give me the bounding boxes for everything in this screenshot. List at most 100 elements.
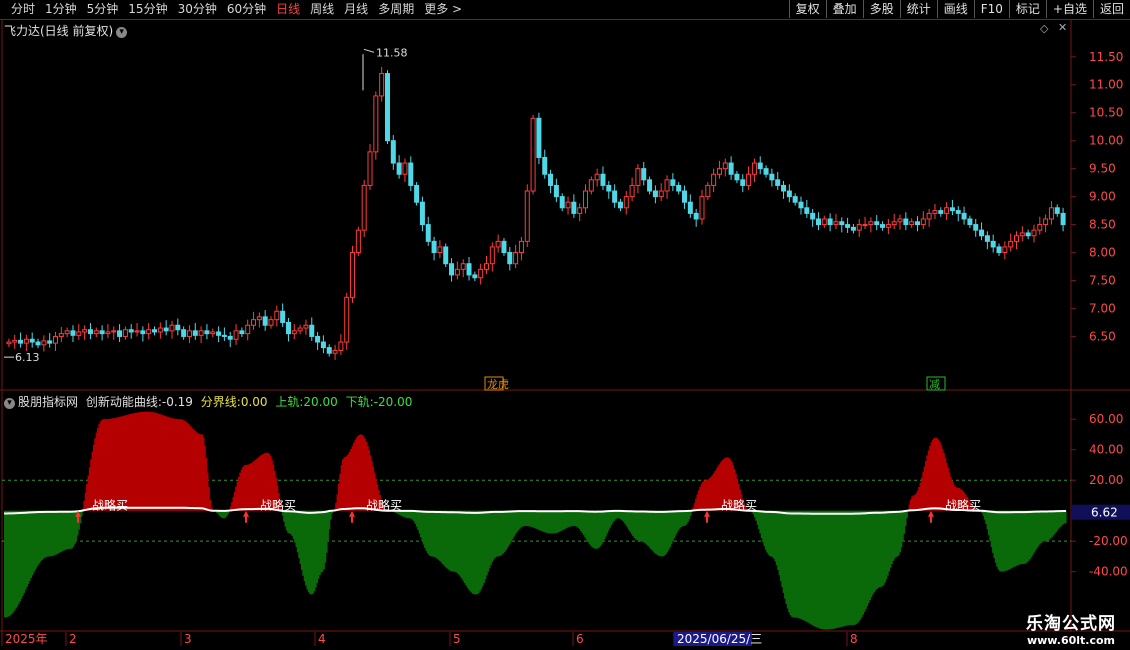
- period-tab-6[interactable]: 日线: [271, 1, 305, 18]
- momentum-fill: [807, 510, 810, 623]
- period-tab-3[interactable]: 15分钟: [123, 1, 172, 18]
- momentum-fill: [1003, 510, 1006, 572]
- momentum-fill: [737, 484, 740, 511]
- momentum-fill: [95, 432, 98, 511]
- momentum-fill: [771, 510, 774, 557]
- period-tab-0[interactable]: 分时: [6, 1, 40, 18]
- momentum-fill: [767, 510, 770, 555]
- momentum-fill: [730, 461, 733, 511]
- momentum-fill: [920, 477, 923, 511]
- tool-button-6[interactable]: 标记: [1008, 0, 1046, 18]
- period-tab-8[interactable]: 月线: [339, 1, 373, 18]
- momentum-fill: [362, 436, 365, 511]
- momentum-fill: [181, 419, 184, 511]
- tool-button-4[interactable]: 画线: [936, 0, 974, 18]
- momentum-fill: [587, 510, 589, 542]
- candle-body: [716, 168, 722, 175]
- momentum-fill: [788, 510, 791, 613]
- momentum-fill: [473, 510, 476, 595]
- momentum-fill: [467, 510, 470, 590]
- chevron-down-icon[interactable]: ▾: [4, 398, 15, 409]
- period-tab-4[interactable]: 30分钟: [173, 1, 222, 18]
- momentum-fill: [934, 437, 937, 511]
- momentum-fill: [77, 510, 80, 530]
- price-tick-label: 10.50: [1089, 106, 1123, 120]
- momentum-fill: [743, 502, 745, 511]
- momentum-fill: [770, 510, 773, 557]
- period-tab-2[interactable]: 5分钟: [82, 1, 124, 18]
- candle-body: [303, 324, 309, 329]
- momentum-fill: [485, 510, 488, 576]
- tool-button-1[interactable]: 叠加: [825, 0, 863, 18]
- candle-body: [414, 184, 420, 203]
- momentum-fill: [622, 510, 625, 522]
- momentum-fill: [268, 453, 271, 511]
- momentum-fill: [1063, 510, 1066, 524]
- candle-body: [751, 162, 757, 175]
- tool-button-8[interactable]: 返回: [1092, 0, 1130, 18]
- candle-body: [874, 221, 880, 226]
- date-label: 5: [453, 632, 461, 646]
- momentum-fill: [544, 510, 547, 533]
- momentum-fill: [1033, 510, 1036, 553]
- period-tab-7[interactable]: 周线: [305, 1, 339, 18]
- momentum-fill: [949, 476, 952, 511]
- momentum-fill: [608, 510, 611, 528]
- period-tab-9[interactable]: 多周期: [373, 1, 419, 18]
- momentum-fill: [194, 431, 197, 511]
- tool-button-0[interactable]: 复权: [788, 0, 826, 18]
- momentum-fill: [248, 463, 251, 511]
- momentum-fill: [396, 510, 399, 514]
- period-tab-5[interactable]: 60分钟: [222, 1, 271, 18]
- chart-canvas[interactable]: 战略买 战略买 战略买 战略买 战略买 11.50 11.00 10.50 10.00 9.50…: [0, 0, 1130, 650]
- momentum-fill: [357, 436, 360, 511]
- period-tab-1[interactable]: 1分钟: [40, 1, 82, 18]
- tool-button-2[interactable]: 多股: [862, 0, 900, 18]
- momentum-fill: [889, 510, 892, 568]
- momentum-fill: [20, 510, 23, 599]
- candle-body: [320, 341, 326, 349]
- momentum-fill: [164, 415, 167, 511]
- momentum-fill: [979, 510, 982, 512]
- tool-button-3[interactable]: 统计: [899, 0, 937, 18]
- momentum-fill: [559, 510, 562, 532]
- candle-body: [483, 263, 489, 270]
- momentum-fill: [83, 500, 86, 511]
- momentum-fill: [873, 510, 876, 593]
- momentum-fill: [518, 510, 521, 529]
- candle-body: [588, 179, 594, 192]
- candle-body: [105, 331, 111, 335]
- momentum-fill: [372, 466, 375, 511]
- tool-button-7[interactable]: +自选: [1045, 0, 1093, 18]
- momentum-fill: [86, 484, 89, 511]
- momentum-fill: [348, 451, 351, 511]
- tool-button-5[interactable]: F10: [973, 0, 1009, 18]
- diamond-icon[interactable]: ◇: [1040, 22, 1048, 35]
- candle-body: [658, 190, 664, 198]
- momentum-fill: [562, 510, 565, 530]
- momentum-fill: [540, 510, 543, 531]
- momentum-fill: [701, 481, 704, 511]
- momentum-fill: [1053, 510, 1056, 534]
- momentum-fill: [811, 510, 814, 626]
- close-icon[interactable]: ✕: [1058, 21, 1067, 34]
- period-tab-10[interactable]: 更多 >: [419, 1, 467, 18]
- chevron-down-icon[interactable]: ▾: [116, 27, 128, 38]
- momentum-fill: [253, 461, 256, 511]
- momentum-fill: [686, 510, 689, 523]
- candle-body: [489, 246, 495, 265]
- price-tick-label: 8.00: [1089, 246, 1116, 260]
- candle-body: [623, 196, 629, 209]
- momentum-fill: [871, 510, 874, 595]
- momentum-fill: [399, 510, 402, 516]
- momentum-fill: [403, 510, 406, 518]
- momentum-fill: [125, 415, 128, 511]
- momentum-fill: [224, 510, 227, 518]
- candle-body: [338, 341, 344, 351]
- momentum-fill: [857, 510, 860, 622]
- momentum-fill: [27, 510, 30, 584]
- momentum-fill: [517, 510, 520, 531]
- momentum-fill: [636, 510, 639, 541]
- momentum-fill: [929, 446, 932, 511]
- momentum-fill: [529, 510, 532, 527]
